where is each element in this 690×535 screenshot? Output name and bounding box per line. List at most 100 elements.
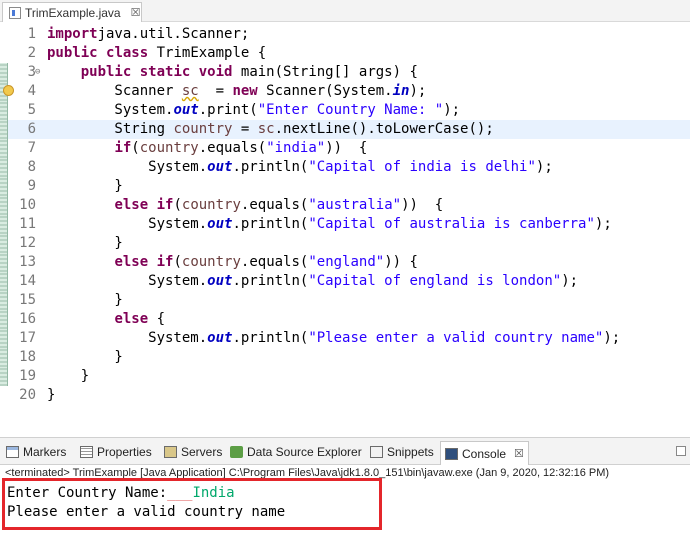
code-token: ( (173, 197, 182, 213)
code-text: System.out.print("Enter Country Name: ")… (47, 101, 460, 120)
code-text: public class TrimExample { (47, 44, 266, 63)
code-token: } (47, 349, 123, 365)
tab-console[interactable]: Console ☒ (440, 441, 529, 465)
tab-snippets[interactable]: Snippets (370, 442, 434, 462)
code-line[interactable]: 11 System.out.println("Capital of austra… (0, 215, 690, 234)
code-line[interactable]: 4 Scanner sc = new Scanner(System.in); (0, 82, 690, 101)
code-line[interactable]: 12 } (0, 234, 690, 253)
markers-icon (6, 446, 19, 458)
code-token: .println( (232, 216, 309, 232)
fold-collapse-icon[interactable]: ⊖ (35, 63, 40, 82)
change-ruler (0, 25, 8, 44)
change-ruler (0, 177, 8, 196)
code-token: ); (409, 83, 427, 99)
code-line[interactable]: 7 if(country.equals("india")) { (0, 139, 690, 158)
code-token: "Capital of india is delhi" (308, 159, 536, 175)
minimize-icon[interactable] (676, 446, 686, 456)
code-text: System.out.println("Please enter a valid… (47, 329, 620, 348)
code-token: ); (561, 273, 579, 289)
change-ruler (0, 310, 8, 329)
code-token: .print( (198, 102, 258, 118)
code-line[interactable]: 17 System.out.println("Please enter a va… (0, 329, 690, 348)
line-number: 20 (19, 387, 36, 403)
tab-properties[interactable]: Properties (80, 442, 152, 462)
close-icon[interactable]: ☒ (514, 447, 524, 460)
code-token: country (139, 140, 199, 156)
code-text: if(country.equals("india")) { (47, 139, 367, 158)
code-token: out (173, 102, 199, 118)
change-ruler (0, 272, 8, 291)
code-token: } (47, 387, 56, 403)
code-token: "india" (266, 140, 326, 156)
code-token: out (207, 273, 233, 289)
view-tab-bar: Markers Properties Servers Data Source E… (0, 437, 690, 465)
code-token: } (47, 235, 123, 251)
tab-servers[interactable]: Servers (164, 442, 222, 462)
code-line[interactable]: 15 } (0, 291, 690, 310)
code-line[interactable]: 16 else { (0, 310, 690, 329)
change-ruler (0, 120, 8, 139)
code-line[interactable]: 19 } (0, 367, 690, 386)
close-icon[interactable]: ☒ (131, 6, 141, 19)
code-text: System.out.println("Capital of england i… (47, 272, 578, 291)
change-ruler (0, 139, 8, 158)
line-number: 10 (19, 197, 36, 213)
code-text: } (47, 386, 55, 405)
code-text: } (47, 367, 89, 386)
code-token: sc (181, 83, 199, 99)
code-line[interactable]: 2 public class TrimExample { (0, 44, 690, 63)
code-token: out (207, 159, 233, 175)
code-token: )) { (401, 197, 444, 213)
code-line[interactable]: 18 } (0, 348, 690, 367)
code-token: )) { (384, 254, 418, 270)
code-editor[interactable]: 1 importjava.util.Scanner; 2 public class T… (0, 22, 690, 436)
tab-data-source-explorer[interactable]: Data Source Explorer (230, 442, 362, 462)
code-line[interactable]: 3 ⊖ public static void main(String[] args… (0, 63, 690, 82)
code-token: } (47, 368, 90, 384)
code-token: = (232, 121, 258, 137)
code-line[interactable]: 9 } (0, 177, 690, 196)
code-text: public static void main(String[] args) { (47, 63, 418, 82)
code-token: "Enter Country Name: " (257, 102, 444, 118)
highlight-box (2, 478, 382, 530)
code-text: importjava.util.Scanner; (47, 25, 249, 44)
code-token: { (148, 311, 166, 327)
code-text: String country = sc.nextLine().toLowerCa… (47, 120, 493, 139)
code-line[interactable]: 10 else if(country.equals("australia")) … (0, 196, 690, 215)
line-number: 16 (19, 311, 36, 327)
tab-console-label: Console (462, 446, 507, 461)
code-line[interactable]: 20} (0, 386, 690, 405)
code-token: Scanner(System. (257, 83, 393, 99)
tab-markers[interactable]: Markers (6, 442, 66, 462)
code-line[interactable]: 1 importjava.util.Scanner; (0, 25, 690, 44)
code-token: out (207, 216, 233, 232)
code-token: if (114, 140, 132, 156)
change-ruler (0, 253, 8, 272)
code-line[interactable]: 13 else if(country.equals("england")) { (0, 253, 690, 272)
code-token: String (47, 121, 174, 137)
code-line[interactable]: 6 String country = sc.nextLine().toLower… (0, 120, 690, 139)
code-token: else (114, 197, 149, 213)
tab-snippets-label: Snippets (387, 445, 434, 459)
code-text: } (47, 234, 123, 253)
editor-tab-trimexample[interactable]: TrimExample.java ☒ (2, 2, 142, 22)
code-line[interactable]: 14 System.out.println("Capital of englan… (0, 272, 690, 291)
code-line[interactable]: 5 System.out.print("Enter Country Name: … (0, 101, 690, 120)
code-token: country (173, 121, 233, 137)
code-line[interactable]: 8 System.out.println("Capital of india i… (0, 158, 690, 177)
code-token: "Please enter a valid country name" (308, 330, 604, 346)
line-number: 18 (19, 349, 36, 365)
code-token: System. (47, 159, 208, 175)
line-number: 2 (27, 45, 36, 61)
code-token: ( (173, 254, 182, 270)
code-token: } (47, 292, 123, 308)
java-file-icon (9, 6, 21, 19)
code-text: Scanner sc = new Scanner(System.in); (47, 82, 426, 101)
